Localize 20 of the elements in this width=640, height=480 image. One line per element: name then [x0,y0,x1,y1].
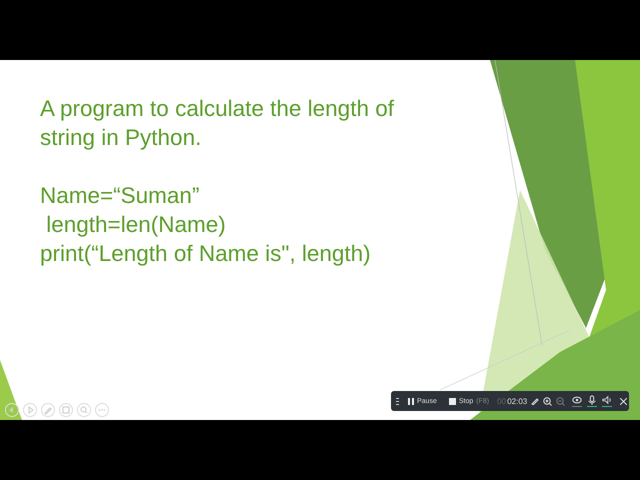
webcam-icon [571,395,584,405]
speaker-icon [601,395,614,405]
drag-handle-icon[interactable] [396,398,399,404]
microphone-toggle[interactable] [586,395,598,407]
slide-title-line: string in Python. [40,124,202,152]
recording-timer: 02:03 [507,396,528,406]
stop-icon [448,398,456,404]
microphone-icon [586,395,598,405]
code-line: Name=“Suman” [40,182,200,210]
slide-title-line: A program to calculate the length of [40,95,394,123]
close-icon[interactable] [620,398,628,404]
speaker-toggle[interactable] [601,395,614,407]
code-line: print(“Length of Name is", length) [40,240,371,268]
timer-hours: 00: [497,396,508,406]
pause-icon [408,398,414,404]
pen-icon[interactable] [531,397,540,405]
webcam-toggle[interactable] [571,395,584,407]
zoom-in-icon[interactable] [543,396,552,406]
zoom-out-icon[interactable] [556,396,566,406]
code-line: length=len(Name) [45,211,226,239]
